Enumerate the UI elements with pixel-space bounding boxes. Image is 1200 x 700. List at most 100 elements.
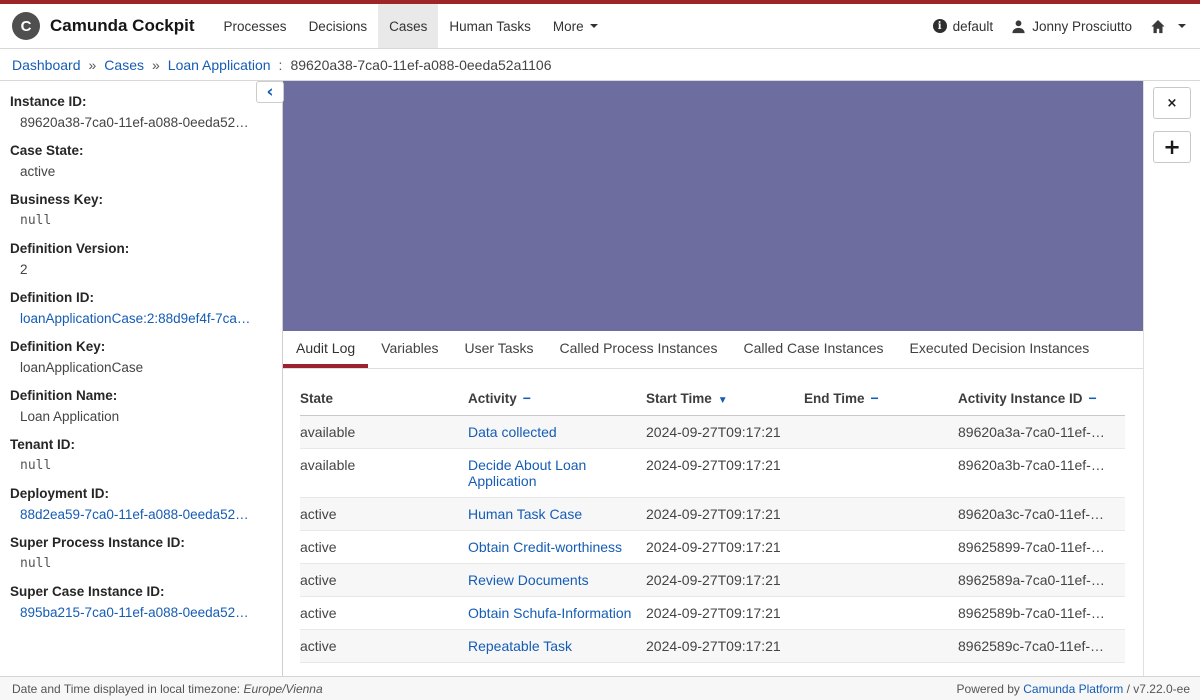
field-value: active <box>20 164 56 179</box>
cell-end-time <box>804 563 958 597</box>
definition-id-link[interactable]: loanApplicationCase:2:88d9ef4f-7ca… <box>10 311 268 326</box>
column-header-activity-instance-id[interactable]: Activity Instance ID − <box>958 382 1125 416</box>
super-case-instance-id-link[interactable]: 895ba215-7ca0-11ef-a088-0eeda52… <box>10 605 268 620</box>
column-label: State <box>300 390 334 406</box>
tab-variables[interactable]: Variables <box>368 331 451 368</box>
nav-item-decisions[interactable]: Decisions <box>298 4 379 48</box>
tab-user-tasks[interactable]: User Tasks <box>452 331 547 368</box>
activity-link[interactable]: Obtain Schufa-Information <box>468 605 631 621</box>
main-content: Instance ID: 89620a38-7ca0-11ef-a088-0ee… <box>0 81 1200 676</box>
column-header-activity[interactable]: Activity − <box>468 382 646 416</box>
cell-activity: Obtain Schufa-Information <box>468 596 646 630</box>
breadcrumb-loan-application[interactable]: Loan Application <box>168 57 271 73</box>
cell-start-time: 2024-09-27T09:17:21 <box>646 448 804 498</box>
activity-link[interactable]: Obtain Credit-worthiness <box>468 539 622 555</box>
footer: Date and Time displayed in local timezon… <box>0 676 1200 700</box>
cell-start-time: 2024-09-27T09:17:21 <box>646 415 804 449</box>
cell-end-time <box>804 629 958 663</box>
field-value: Loan Application <box>20 409 120 424</box>
cell-activity-instance-id: 8962589a-7ca0-11ef-… <box>958 563 1125 597</box>
cell-state: active <box>300 596 468 630</box>
field-label: Definition Key: <box>10 339 106 354</box>
info-icon: i <box>932 19 947 33</box>
instance-details-sidebar: Instance ID: 89620a38-7ca0-11ef-a088-0ee… <box>0 81 283 676</box>
zoom-in-button[interactable]: + <box>1153 131 1191 163</box>
powered-by: Powered by Camunda Platform / v7.22.0-ee <box>957 682 1190 696</box>
brand[interactable]: C Camunda Cockpit <box>12 4 195 48</box>
nav-item-cases[interactable]: Cases <box>378 4 439 48</box>
cell-state: available <box>300 448 468 498</box>
tab-audit-log[interactable]: Audit Log <box>283 331 369 368</box>
nav-item-more[interactable]: More <box>542 4 609 48</box>
table-row: available Data collected 2024-09-27T09:1… <box>300 415 1125 449</box>
sort-remove-icon[interactable]: − <box>1089 390 1097 406</box>
activity-link[interactable]: Decide About Loan Application <box>468 457 586 489</box>
breadcrumb-dashboard[interactable]: Dashboard <box>12 57 81 73</box>
column-header-state[interactable]: State <box>300 382 468 416</box>
home-icon <box>1151 19 1165 33</box>
navbar-right: i default Jonny Prosciutto <box>932 4 1190 48</box>
engine-selector[interactable]: i default <box>932 19 993 34</box>
field-label: Deployment ID: <box>10 486 110 501</box>
cell-activity-instance-id: 89620a3b-7ca0-11ef-… <box>958 448 1125 498</box>
field-definition-key: Definition Key: loanApplicationCase <box>10 339 268 375</box>
activity-link[interactable]: Data collected <box>468 424 557 440</box>
timezone-value: Europe/Vienna <box>243 681 323 696</box>
sidebar-collapse-button[interactable]: ‹ <box>256 81 284 103</box>
field-label: Definition Name: <box>10 388 118 403</box>
breadcrumb-separator: » <box>151 56 160 73</box>
field-value: null <box>20 213 52 228</box>
column-label: End Time <box>804 391 865 406</box>
user-name: Jonny Prosciutto <box>1032 18 1132 34</box>
field-super-case-instance-id: Super Case Instance ID: 895ba215-7ca0-11… <box>10 584 268 620</box>
cell-state: active <box>300 530 468 564</box>
field-definition-name: Definition Name: Loan Application <box>10 388 268 424</box>
column-header-end-time[interactable]: End Time − <box>804 382 958 416</box>
cell-start-time: 2024-09-27T09:17:21 <box>646 497 804 531</box>
activity-link[interactable]: Repeatable Task <box>468 638 572 654</box>
case-diagram-canvas[interactable] <box>283 81 1143 331</box>
navbar: C Camunda Cockpit Processes Decisions Ca… <box>0 4 1200 49</box>
tab-called-process-instances[interactable]: Called Process Instances <box>546 331 730 368</box>
table-row: available Decide About Loan Application … <box>300 448 1125 498</box>
sort-desc-icon[interactable]: ▼ <box>718 395 728 406</box>
more-label: More <box>552 18 584 34</box>
sort-remove-icon[interactable]: − <box>523 390 531 406</box>
nav-item-processes[interactable]: Processes <box>213 4 298 48</box>
user-icon <box>1012 19 1025 33</box>
field-value: null <box>20 556 52 571</box>
deployment-id-link[interactable]: 88d2ea59-7ca0-11ef-a088-0eeda52… <box>10 507 268 522</box>
cell-end-time <box>804 596 958 630</box>
breadcrumb-separator: » <box>88 56 97 73</box>
field-instance-id: Instance ID: 89620a38-7ca0-11ef-a088-0ee… <box>10 94 268 130</box>
timezone-prefix: Date and Time displayed in local timezon… <box>12 681 241 696</box>
user-menu[interactable]: Jonny Prosciutto <box>1011 19 1132 34</box>
field-definition-id: Definition ID: loanApplicationCase:2:88d… <box>10 290 268 326</box>
camunda-platform-link[interactable]: Camunda Platform <box>1023 682 1123 696</box>
apps-menu[interactable] <box>1150 19 1186 34</box>
breadcrumb-cases[interactable]: Cases <box>104 57 144 73</box>
diagram-controls: × + <box>1144 81 1200 676</box>
field-value: 89620a38-7ca0-11ef-a088-0eeda52… <box>20 115 249 130</box>
field-label: Super Process Instance ID: <box>10 535 185 550</box>
tab-called-case-instances[interactable]: Called Case Instances <box>730 331 896 368</box>
activity-link[interactable]: Review Documents <box>468 572 589 588</box>
diagram-reset-button[interactable]: × <box>1153 87 1191 119</box>
camunda-logo-icon: C <box>12 12 40 40</box>
cell-end-time <box>804 497 958 531</box>
column-header-start-time[interactable]: Start Time ▼ <box>646 382 804 416</box>
cell-activity-instance-id: 8962589c-7ca0-11ef-… <box>958 629 1125 663</box>
breadcrumb-colon: : <box>278 56 283 73</box>
app-title: Camunda Cockpit <box>50 16 195 35</box>
field-label: Definition ID: <box>10 290 94 305</box>
activity-link[interactable]: Human Task Case <box>468 506 582 522</box>
cell-activity-instance-id: 89625899-7ca0-11ef-… <box>958 530 1125 564</box>
tab-executed-decision-instances[interactable]: Executed Decision Instances <box>897 331 1103 368</box>
cell-start-time: 2024-09-27T09:17:21 <box>646 629 804 663</box>
field-label: Tenant ID: <box>10 437 75 452</box>
table-row: active Obtain Credit-worthiness 2024-09-… <box>300 530 1125 564</box>
field-value: 2 <box>20 262 28 277</box>
table-row: active Repeatable Task 2024-09-27T09:17:… <box>300 629 1125 663</box>
nav-item-human-tasks[interactable]: Human Tasks <box>438 4 542 48</box>
sort-remove-icon[interactable]: − <box>871 390 879 406</box>
